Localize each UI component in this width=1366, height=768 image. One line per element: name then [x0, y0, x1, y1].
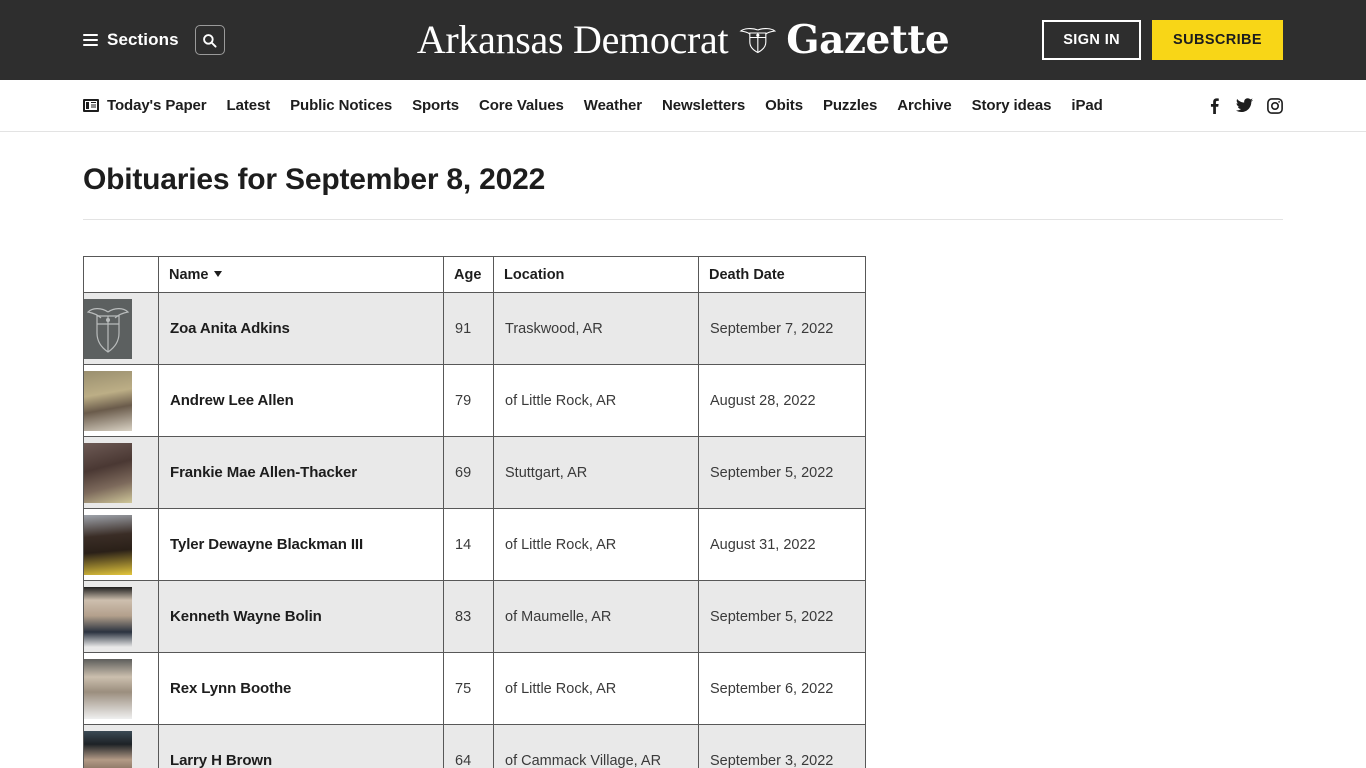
row-name[interactable]: Andrew Lee Allen [158, 364, 444, 437]
nav-item-core-values[interactable]: Core Values [479, 97, 564, 114]
hamburger-icon [83, 34, 98, 46]
portrait-photo [84, 514, 132, 575]
row-name[interactable]: Tyler Dewayne Blackman III [158, 508, 444, 581]
nav-item-latest[interactable]: Latest [227, 97, 271, 114]
header-left-group: Sections [83, 25, 225, 55]
table-row[interactable]: Tyler Dewayne Blackman III 14 of Little … [83, 508, 866, 581]
nav-item-obits[interactable]: Obits [765, 97, 803, 114]
column-header-death-date[interactable]: Death Date [698, 256, 866, 293]
row-thumbnail-cell [83, 436, 159, 509]
row-age: 91 [443, 292, 494, 365]
row-age: 64 [443, 724, 494, 768]
row-name[interactable]: Larry H Brown [158, 724, 444, 768]
search-button[interactable] [194, 25, 225, 55]
table-row[interactable]: Andrew Lee Allen 79 of Little Rock, AR A… [83, 364, 866, 437]
portrait-photo [84, 442, 132, 503]
table-row[interactable]: Zoa Anita Adkins 91 Traskwood, AR Septem… [83, 292, 866, 365]
obituaries-table: Name Age Location Death Date Zoa Anita A… [83, 256, 866, 768]
row-age: 79 [443, 364, 494, 437]
masthead-text-primary: Arkansas Democrat [416, 17, 729, 62]
nav-item-newsletters[interactable]: Newsletters [662, 97, 745, 114]
row-location: of Little Rock, AR [493, 652, 699, 725]
table-row[interactable]: Larry H Brown 64 of Cammack Village, AR … [83, 724, 866, 768]
nav-item-story-ideas[interactable]: Story ideas [972, 97, 1052, 114]
sections-menu-button[interactable]: Sections [83, 30, 179, 50]
social-links [1207, 97, 1283, 114]
table-row[interactable]: Rex Lynn Boothe 75 of Little Rock, AR Se… [83, 652, 866, 725]
sort-descending-icon [213, 270, 222, 277]
obituaries-table-container: Name Age Location Death Date Zoa Anita A… [83, 220, 1283, 768]
table-header-row: Name Age Location Death Date [83, 256, 866, 293]
row-death-date: August 28, 2022 [698, 364, 866, 437]
row-age: 83 [443, 580, 494, 653]
row-name[interactable]: Kenneth Wayne Bolin [158, 580, 444, 653]
row-location: of Little Rock, AR [493, 508, 699, 581]
instagram-icon[interactable] [1267, 97, 1283, 114]
masthead-text-secondary: Gazette [786, 16, 950, 63]
newspaper-icon [83, 99, 99, 112]
facebook-icon[interactable] [1207, 97, 1222, 114]
primary-navigation: Today's Paper Latest Public Notices Spor… [0, 80, 1366, 132]
table-row[interactable]: Frankie Mae Allen-Thacker 69 Stuttgart, … [83, 436, 866, 509]
portrait-photo [84, 586, 132, 647]
twitter-icon[interactable] [1236, 98, 1253, 113]
row-age: 14 [443, 508, 494, 581]
table-header: Name Age Location Death Date [83, 256, 866, 293]
column-header-age[interactable]: Age [443, 256, 494, 293]
sections-label: Sections [107, 30, 179, 49]
column-header-name[interactable]: Name [158, 256, 444, 293]
page-content: Obituaries for September 8, 2022 Name Ag… [0, 132, 1366, 768]
row-location: of Cammack Village, AR [493, 724, 699, 768]
row-location: of Little Rock, AR [493, 364, 699, 437]
nav-item-todays-paper[interactable]: Today's Paper [83, 97, 207, 114]
nav-item-archive[interactable]: Archive [897, 97, 951, 114]
column-header-location[interactable]: Location [493, 256, 699, 293]
site-header: Sections Arkansas Democrat Gazette SIGN … [0, 0, 1366, 80]
nav-item-label: Today's Paper [107, 97, 207, 114]
crest-emblem-icon [738, 25, 778, 55]
row-name[interactable]: Zoa Anita Adkins [158, 292, 444, 365]
row-death-date: September 6, 2022 [698, 652, 866, 725]
row-age: 69 [443, 436, 494, 509]
header-right-group: SIGN IN SUBSCRIBE [1042, 20, 1283, 60]
row-thumbnail-cell [83, 724, 159, 768]
masthead-logo[interactable]: Arkansas Democrat Gazette [416, 16, 950, 63]
row-death-date: September 5, 2022 [698, 436, 866, 509]
row-location: Stuttgart, AR [493, 436, 699, 509]
row-thumbnail-cell [83, 580, 159, 653]
row-name[interactable]: Frankie Mae Allen-Thacker [158, 436, 444, 509]
row-thumbnail-cell [83, 508, 159, 581]
row-thumbnail-cell [83, 652, 159, 725]
row-death-date: September 5, 2022 [698, 580, 866, 653]
row-location: of Maumelle, AR [493, 580, 699, 653]
table-row[interactable]: Kenneth Wayne Bolin 83 of Maumelle, AR S… [83, 580, 866, 653]
row-location: Traskwood, AR [493, 292, 699, 365]
portrait-photo [84, 730, 132, 768]
sign-in-button[interactable]: SIGN IN [1042, 20, 1141, 60]
row-thumbnail-cell [83, 364, 159, 437]
row-death-date: August 31, 2022 [698, 508, 866, 581]
page-title: Obituaries for September 8, 2022 [83, 132, 1283, 220]
column-header-thumbnail [83, 256, 159, 293]
crest-placeholder-image [84, 298, 132, 359]
nav-item-weather[interactable]: Weather [584, 97, 642, 114]
column-header-name-label: Name [169, 266, 209, 283]
row-death-date: September 7, 2022 [698, 292, 866, 365]
nav-item-puzzles[interactable]: Puzzles [823, 97, 877, 114]
nav-item-public-notices[interactable]: Public Notices [290, 97, 392, 114]
row-name[interactable]: Rex Lynn Boothe [158, 652, 444, 725]
row-age: 75 [443, 652, 494, 725]
portrait-photo [84, 658, 132, 719]
portrait-photo [84, 370, 132, 431]
nav-item-sports[interactable]: Sports [412, 97, 459, 114]
nav-items-list: Today's Paper Latest Public Notices Spor… [83, 97, 1103, 114]
nav-item-ipad[interactable]: iPad [1071, 97, 1102, 114]
row-thumbnail-cell [83, 292, 159, 365]
table-body: Zoa Anita Adkins 91 Traskwood, AR Septem… [83, 292, 866, 768]
row-death-date: September 3, 2022 [698, 724, 866, 768]
search-icon [203, 33, 217, 48]
subscribe-button[interactable]: SUBSCRIBE [1152, 20, 1283, 60]
